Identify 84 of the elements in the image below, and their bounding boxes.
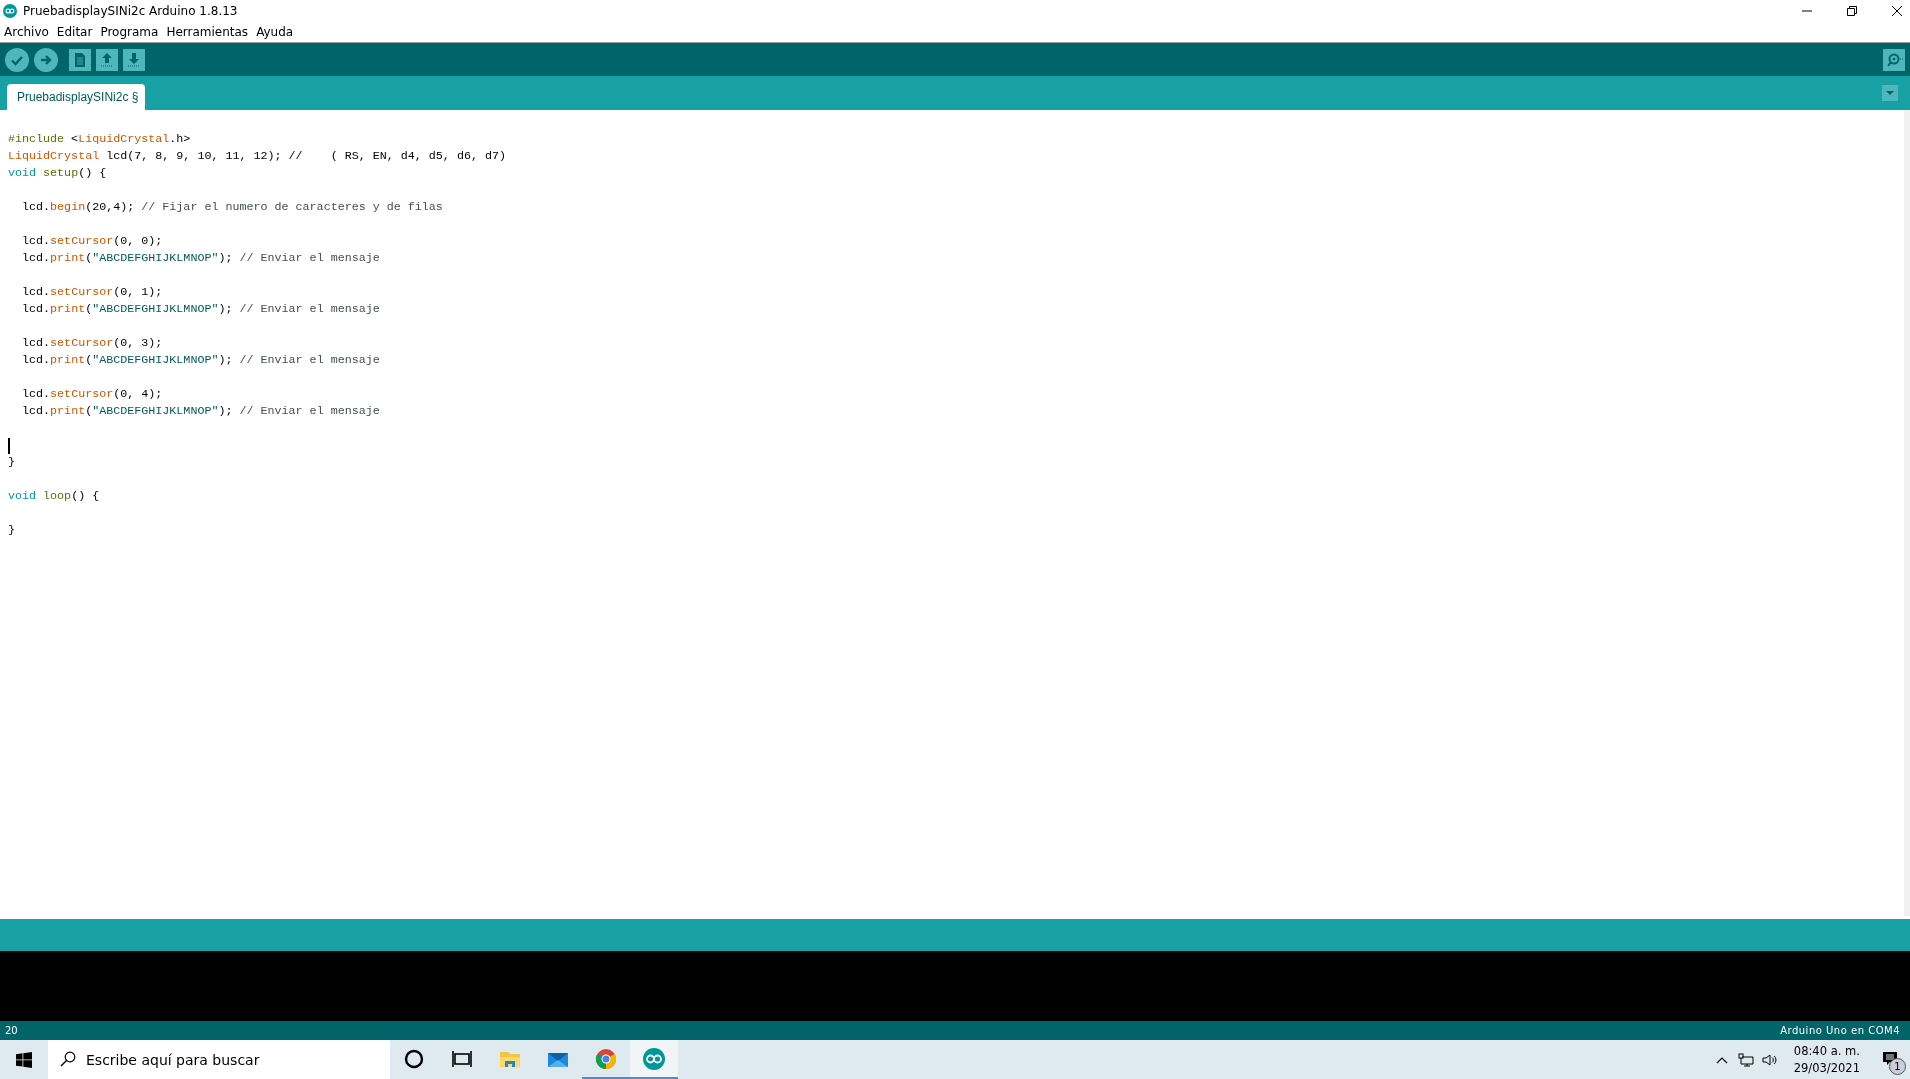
arrow-down-button[interactable] — [123, 48, 145, 71]
code-text: lcd. — [21, 301, 51, 318]
code-string: "ABCDEFGHIJKLMNOP" — [92, 250, 219, 267]
search-icon — [60, 1051, 76, 1067]
code-text: ( — [85, 352, 93, 369]
code-text: lcd. — [21, 199, 51, 216]
menu-item[interactable]: Editar — [56, 25, 93, 39]
code-comment: // Enviar el mensaje — [239, 352, 380, 369]
code-text: (0, 1); — [113, 284, 163, 301]
window-title: PruebadisplaySINi2c Arduino 1.8.13 — [23, 4, 238, 18]
infinity-logo-icon — [642, 1046, 666, 1071]
code-keyword: begin — [50, 199, 86, 216]
code-type: void — [8, 165, 37, 182]
windows-start-icon[interactable] — [16, 1051, 32, 1068]
code-function: loop — [43, 488, 72, 505]
code-keyword: LiquidCrystal — [8, 148, 100, 165]
code-text: ); — [218, 250, 234, 267]
code-string: "ABCDEFGHIJKLMNOP" — [92, 403, 219, 420]
code-text: lcd. — [21, 335, 51, 352]
code-text: ); — [218, 403, 234, 420]
code-text: .h> — [169, 131, 191, 148]
code-comment: // Enviar el mensaje — [239, 301, 380, 318]
serial-monitor-button[interactable] — [1883, 48, 1905, 71]
code-keyword: setCursor — [50, 386, 114, 403]
line-number: 20 — [5, 1025, 18, 1036]
menu-item[interactable]: Ayuda — [256, 25, 294, 39]
code-type: void — [8, 488, 37, 505]
notification-count-badge: 1 — [1889, 1057, 1906, 1075]
code-keyword: setCursor — [50, 233, 114, 250]
code-text: lcd. — [21, 403, 51, 420]
code-string: "ABCDEFGHIJKLMNOP" — [92, 352, 219, 369]
scrollbar[interactable] — [1904, 110, 1910, 916]
dropdown-button[interactable] — [1882, 85, 1898, 101]
code-keyword: setCursor — [50, 284, 114, 301]
clock-date[interactable]: 29/03/2021 — [1793, 1059, 1860, 1077]
code-keyword: setCursor — [50, 335, 114, 352]
code-text: (0, 0); — [113, 233, 163, 250]
code-text: lcd. — [21, 233, 51, 250]
clock-time[interactable]: 08:40 a. m. — [1793, 1042, 1860, 1060]
close-icon[interactable] — [1891, 5, 1903, 17]
code-directive: #include — [8, 131, 65, 148]
code-keyword: print — [50, 352, 86, 369]
code-text: lcd(7, 8, 9, 10, 11, 12); // ( RS, EN, d4, d5, d6, d7) — [105, 148, 506, 165]
code-keyword: print — [50, 301, 86, 318]
code-text: lcd. — [21, 352, 51, 369]
network-icon[interactable] — [1737, 1051, 1754, 1068]
code-text: ( — [85, 403, 93, 420]
checkmark-button[interactable] — [5, 47, 29, 72]
speaker-icon[interactable] — [1761, 1051, 1778, 1068]
app-logo-icon — [3, 4, 17, 18]
code-keyword: print — [50, 403, 86, 420]
arrow-up-button[interactable] — [96, 48, 118, 71]
menu-item[interactable]: Herramientas — [166, 25, 249, 39]
browser-icon — [594, 1046, 618, 1071]
code-string: "ABCDEFGHIJKLMNOP" — [92, 301, 219, 318]
code-text: (0, 3); — [113, 335, 163, 352]
code-text: lcd. — [21, 284, 51, 301]
code-text: (0, 4); — [113, 386, 163, 403]
code-comment: // Enviar el mensaje — [239, 403, 380, 420]
code-text: lcd. — [21, 386, 51, 403]
file-tab[interactable]: PruebadisplaySINi2c § — [7, 84, 146, 110]
code-text: lcd. — [21, 250, 51, 267]
code-text: () { — [71, 488, 100, 505]
code-text: ); — [218, 352, 234, 369]
board-port-label: Arduino Uno en COM4 — [1780, 1025, 1900, 1036]
document-button[interactable] — [69, 48, 91, 71]
code-keyword: LiquidCrystal — [78, 131, 170, 148]
code-keyword: print — [50, 250, 86, 267]
code-text: < — [70, 131, 79, 148]
search-field[interactable]: Escribe aquí para buscar — [48, 1040, 390, 1079]
code-comment: // Fijar el numero de caracteres y de filas — [141, 199, 443, 216]
code-text: ( — [85, 301, 93, 318]
code-text: } — [8, 454, 15, 471]
code-text: } — [8, 522, 15, 539]
menu-item[interactable]: Archivo — [4, 25, 49, 39]
menu-item[interactable]: Programa — [100, 25, 159, 39]
code-comment: // Enviar el mensaje — [239, 250, 380, 267]
code-text: (20,4); — [85, 199, 136, 216]
arrow-right-button[interactable] — [34, 47, 58, 72]
restore-icon[interactable] — [1846, 5, 1858, 17]
code-text: () { — [78, 165, 107, 182]
code-text: ( — [85, 250, 93, 267]
code-function: setup — [43, 165, 79, 182]
code-text: ); — [218, 301, 234, 318]
